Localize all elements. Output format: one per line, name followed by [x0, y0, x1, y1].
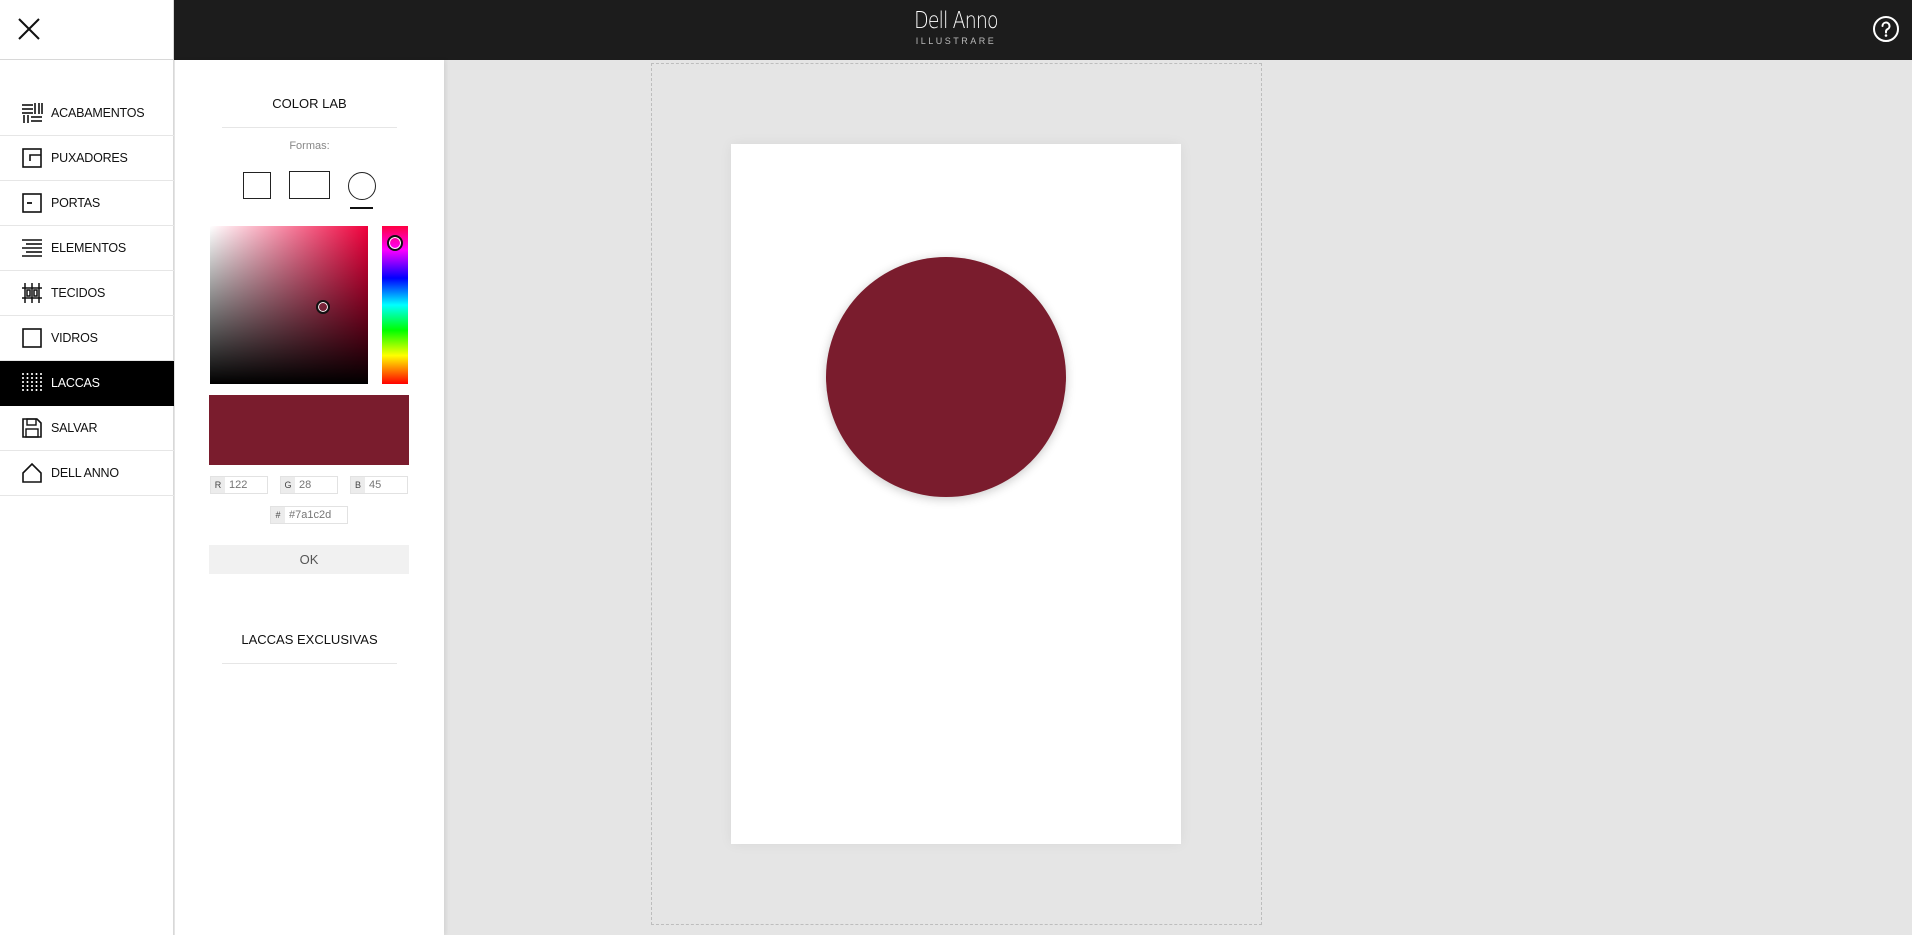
sidebar-item-puxadores[interactable]: PUXADORES [0, 136, 174, 181]
hue-slider-handle[interactable] [387, 235, 403, 251]
red-field[interactable]: R [210, 476, 268, 494]
close-icon[interactable] [12, 12, 46, 46]
handle-icon [22, 148, 42, 168]
green-input[interactable] [295, 479, 335, 491]
ok-button[interactable]: OK [209, 545, 409, 574]
color-preview [209, 395, 409, 465]
sidebar-item-label: SALVAR [51, 421, 98, 435]
saturation-value-handle[interactable] [316, 300, 330, 314]
sidebar-item-label: VIDROS [51, 331, 98, 345]
sidebar-item-label: ELEMENTOS [51, 241, 127, 255]
hex-field[interactable]: # [270, 506, 348, 524]
exclusive-lacquers-title[interactable]: LACCAS EXCLUSIVAS [222, 632, 397, 664]
sidebar-menu: ACABAMENTOS PUXADORES PORTAS ELEMENTOS T… [0, 91, 174, 496]
top-bar: Dell Anno ILLUSTRARE [0, 0, 1912, 60]
sidebar-item-tecidos[interactable]: TECIDOS [0, 271, 174, 316]
blue-tag: B [351, 477, 365, 493]
red-tag: R [211, 477, 225, 493]
home-icon [22, 462, 42, 483]
green-tag: G [281, 477, 295, 493]
shape-circle-button[interactable] [348, 172, 376, 200]
sidebar-item-label: LACCAS [51, 376, 100, 390]
saturation-value-picker[interactable] [210, 226, 368, 384]
panel-title: COLOR LAB [222, 96, 397, 128]
sidebar-item-elementos[interactable]: ELEMENTOS [0, 226, 174, 271]
sidebar-item-label: PUXADORES [51, 151, 128, 165]
glass-icon [22, 328, 42, 348]
sidebar-item-label: PORTAS [51, 196, 101, 210]
selected-shape-indicator [350, 207, 373, 209]
shapes-label: Formas: [289, 140, 330, 152]
fabric-icon [22, 283, 42, 303]
finishes-icon [22, 103, 43, 123]
preview-circle-shape[interactable] [826, 257, 1066, 497]
sidebar-item-portas[interactable]: PORTAS [0, 181, 174, 226]
sidebar-item-label: TECIDOS [51, 286, 106, 300]
brand-subtitle: ILLUSTRARE [915, 36, 997, 46]
color-lab-panel: COLOR LAB Formas: R G B # OK LACCAS EXCL… [175, 60, 444, 935]
hex-tag: # [271, 507, 285, 523]
brand-name: Dell Anno [914, 8, 998, 34]
shape-square-button[interactable] [243, 172, 271, 199]
brand-logo: Dell Anno ILLUSTRARE [0, 6, 1912, 46]
sidebar-item-vidros[interactable]: VIDROS [0, 316, 174, 361]
hex-input[interactable] [285, 509, 345, 521]
close-area [0, 0, 174, 60]
blue-field[interactable]: B [350, 476, 408, 494]
sidebar-item-label: DELL ANNO [51, 466, 119, 480]
green-field[interactable]: G [280, 476, 338, 494]
red-input[interactable] [225, 479, 265, 491]
lacquer-icon [22, 373, 42, 393]
sidebar-item-dell-anno[interactable]: DELL ANNO [0, 451, 174, 496]
save-icon [22, 418, 42, 438]
sidebar-item-label: ACABAMENTOS [51, 106, 145, 120]
sidebar-item-laccas[interactable]: LACCAS [0, 361, 174, 406]
elements-icon [22, 239, 42, 257]
sidebar-item-acabamentos[interactable]: ACABAMENTOS [0, 91, 174, 136]
door-icon [22, 193, 42, 213]
blue-input[interactable] [365, 479, 405, 491]
sidebar: ACABAMENTOS PUXADORES PORTAS ELEMENTOS T… [0, 60, 174, 935]
help-icon[interactable] [1872, 15, 1900, 43]
sidebar-item-salvar[interactable]: SALVAR [0, 406, 174, 451]
shape-rectangle-button[interactable] [289, 171, 330, 199]
